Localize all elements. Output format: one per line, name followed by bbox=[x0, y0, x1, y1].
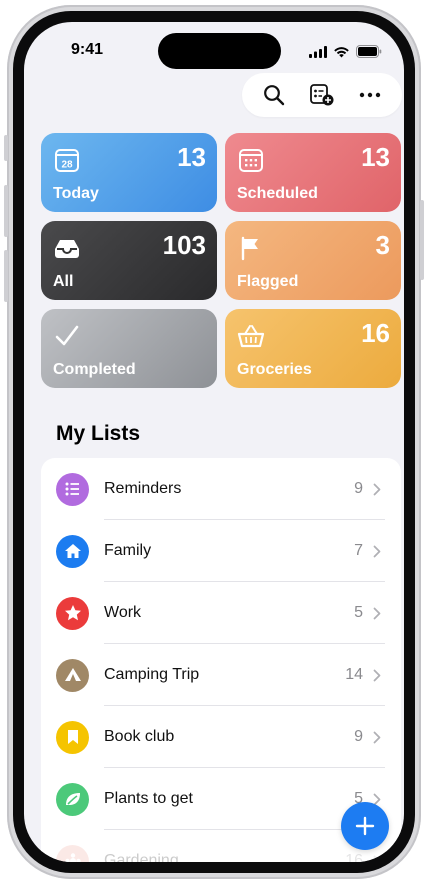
add-reminder-button[interactable] bbox=[341, 802, 389, 850]
chevron-right-icon bbox=[371, 544, 383, 558]
tile-count: 16 bbox=[361, 318, 390, 348]
calendar-day-text: 28 bbox=[61, 160, 73, 171]
tent-icon bbox=[56, 658, 89, 692]
tile-count: 13 bbox=[361, 142, 390, 172]
wifi-icon bbox=[334, 46, 349, 57]
status-icons bbox=[309, 45, 382, 58]
list-item-name: Gardening bbox=[104, 852, 179, 862]
phone-frame: 9:41 28 13 Today 13 Scheduled 103 All 3 … bbox=[4, 5, 424, 879]
search-button[interactable] bbox=[256, 77, 292, 113]
power-button bbox=[420, 200, 424, 280]
list-add-icon bbox=[310, 84, 334, 106]
leaf-icon bbox=[56, 782, 89, 816]
list-item-work[interactable]: Work 5 bbox=[41, 582, 401, 644]
bookmark-icon bbox=[56, 720, 89, 754]
list-item-camping-trip[interactable]: Camping Trip 14 bbox=[41, 644, 401, 706]
tile-groceries[interactable]: 16 Groceries bbox=[225, 309, 401, 388]
cellular-signal-icon bbox=[309, 45, 327, 58]
flower-icon bbox=[56, 844, 89, 862]
tile-label: Today bbox=[53, 185, 99, 202]
volume-up-button bbox=[4, 185, 8, 237]
more-icon bbox=[359, 92, 381, 98]
list-item-count: 16 bbox=[345, 852, 363, 862]
tile-count: 103 bbox=[162, 230, 206, 260]
battery-icon bbox=[356, 45, 382, 58]
list-item-book-club[interactable]: Book club 9 bbox=[41, 706, 401, 768]
status-time: 9:41 bbox=[71, 41, 104, 58]
chevron-right-icon bbox=[371, 668, 383, 682]
more-button[interactable] bbox=[352, 77, 388, 113]
tile-scheduled[interactable]: 13 Scheduled bbox=[225, 133, 401, 212]
volume-down-button bbox=[4, 250, 8, 302]
calendar-grid-icon bbox=[236, 145, 266, 175]
list-item-family[interactable]: Family 7 bbox=[41, 520, 401, 582]
basket-icon bbox=[236, 321, 266, 351]
plus-icon bbox=[355, 816, 375, 836]
my-lists-heading: My Lists bbox=[56, 422, 141, 445]
list-item-name: Reminders bbox=[104, 480, 182, 497]
tile-completed[interactable]: Completed bbox=[41, 309, 217, 388]
top-toolbar bbox=[242, 73, 402, 117]
chevron-right-icon bbox=[371, 606, 383, 620]
tile-today[interactable]: 28 13 Today bbox=[41, 133, 217, 212]
list-item-name: Book club bbox=[104, 728, 175, 745]
list-item-count: 9 bbox=[354, 480, 363, 497]
list-bullet-icon bbox=[56, 472, 89, 506]
tile-count: 13 bbox=[177, 142, 206, 172]
list-item-name: Camping Trip bbox=[104, 666, 200, 683]
tile-label: All bbox=[53, 273, 74, 290]
list-item-name: Family bbox=[104, 542, 152, 559]
tile-label: Groceries bbox=[237, 361, 312, 378]
magnifying-glass-icon bbox=[264, 85, 285, 106]
list-item-reminders[interactable]: Reminders 9 bbox=[41, 458, 401, 520]
screen: 9:41 28 13 Today 13 Scheduled 103 All 3 … bbox=[24, 22, 404, 862]
tray-icon bbox=[52, 233, 82, 263]
tile-label: Flagged bbox=[237, 273, 299, 290]
chevron-right-icon bbox=[371, 730, 383, 744]
flag-icon bbox=[236, 233, 266, 263]
list-item-name: Work bbox=[104, 604, 142, 621]
my-lists-card: Reminders 9 Family 7 Work 5 Camping Trip… bbox=[41, 458, 401, 862]
dynamic-island bbox=[158, 33, 281, 69]
list-item-count: 5 bbox=[354, 604, 363, 621]
tile-label: Completed bbox=[53, 361, 136, 378]
list-item-count: 7 bbox=[354, 542, 363, 559]
chevron-right-icon bbox=[371, 854, 383, 862]
tile-label: Scheduled bbox=[237, 185, 318, 202]
list-item-count: 9 bbox=[354, 728, 363, 745]
bezel: 9:41 28 13 Today 13 Scheduled 103 All 3 … bbox=[13, 11, 415, 873]
chevron-right-icon bbox=[371, 482, 383, 496]
star-icon bbox=[56, 596, 89, 630]
tile-all[interactable]: 103 All bbox=[41, 221, 217, 300]
house-icon bbox=[56, 534, 89, 568]
action-button bbox=[4, 135, 8, 161]
tile-count: 3 bbox=[375, 230, 390, 260]
add-list-button[interactable] bbox=[304, 77, 340, 113]
calendar-icon: 28 bbox=[52, 145, 82, 175]
tile-flagged[interactable]: 3 Flagged bbox=[225, 221, 401, 300]
list-item-count: 14 bbox=[345, 666, 363, 683]
checkmark-icon bbox=[52, 321, 82, 351]
list-item-name: Plants to get bbox=[104, 790, 193, 807]
